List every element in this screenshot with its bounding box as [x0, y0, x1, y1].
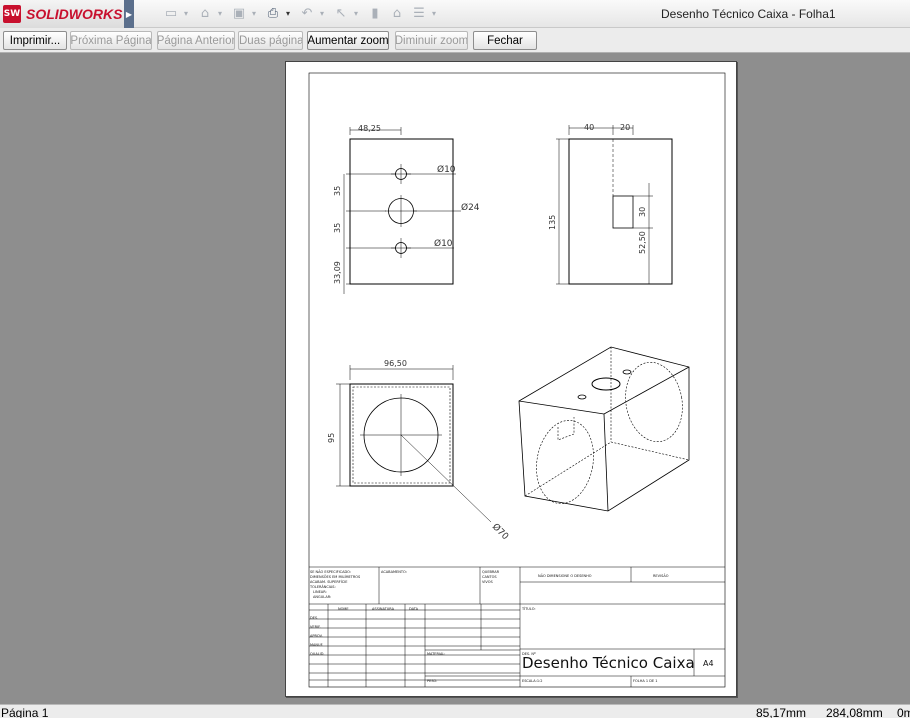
- dim-front-33: 33,09: [333, 261, 342, 284]
- dim-side-20: 20: [620, 123, 630, 132]
- isometric-view: [518, 346, 690, 512]
- next-page-button[interactable]: Próxima Página: [70, 31, 152, 50]
- drawing-canvas: 48,25 Ø10 Ø24 Ø10 35 35 33,09 40 20 135 …: [308, 72, 726, 688]
- dropdown-arrow-icon[interactable]: ▾: [184, 9, 192, 18]
- tb-note-6: ANGULAR:: [313, 595, 331, 599]
- dim-front-35b: 35: [333, 223, 342, 233]
- dim-side-135: 135: [548, 215, 557, 230]
- tb-col-assinatura: ASSINATURA: [372, 607, 395, 611]
- options-icon[interactable]: ☰: [410, 4, 428, 22]
- close-button[interactable]: Fechar: [473, 31, 537, 50]
- status-y-coord: 284,08mm: [826, 706, 883, 718]
- tb-nao-escalar: NÃO DIMENSIONE O DESENHO: [538, 573, 592, 578]
- tb-note-4: TOLERÂNCIAS:: [309, 584, 336, 589]
- zoom-in-button[interactable]: Aumentar zoom: [307, 31, 389, 50]
- save-icon[interactable]: ▣: [230, 4, 248, 22]
- dim-side-40: 40: [584, 123, 594, 132]
- dropdown-arrow-icon[interactable]: ▾: [286, 9, 294, 18]
- dim-top-95: 95: [327, 433, 336, 443]
- dim-front-hole-top: Ø10: [437, 164, 456, 175]
- tb-drawing-title: Desenho Técnico Caixa: [522, 654, 695, 672]
- tb-row-verif: VERIF.: [310, 625, 321, 629]
- tb-note-2: DIMENSÕES EM MILÍMETROS: [310, 574, 361, 579]
- dim-front-hole-mid: Ø24: [461, 202, 480, 213]
- dropdown-arrow-icon[interactable]: ▾: [320, 9, 328, 18]
- dropdown-arrow-icon[interactable]: ▾: [252, 9, 260, 18]
- top-view: [336, 365, 492, 523]
- print-preview-toolbar: Imprimir... Próxima Página Página Anteri…: [0, 28, 910, 53]
- status-bar: Página 1 85,17mm 284,08mm 0mm: [0, 704, 910, 718]
- brand-works: WORKS: [68, 6, 123, 22]
- status-z-coord: 0mm: [897, 706, 910, 718]
- tb-note-5: LINEAR:: [313, 590, 327, 594]
- quick-access-toolbar: ▭ ▾ ⌂ ▾ ▣ ▾ ⎙ ▾ ↶ ▾ ↖ ▾ ▮ ⌂ ☰ ▾: [162, 4, 440, 22]
- tb-folha: FOLHA 1 DE 1: [633, 679, 657, 683]
- print-icon[interactable]: ⎙: [264, 4, 282, 22]
- tb-revisao: REVISÃO: [653, 573, 669, 578]
- dim-front-35a: 35: [333, 186, 342, 196]
- tb-sheet-size: A4: [703, 659, 714, 668]
- dropdown-arrow-icon[interactable]: ▾: [354, 9, 362, 18]
- dim-side-30: 30: [638, 207, 647, 217]
- tb-titulo-label: TÍTULO:: [521, 606, 536, 611]
- window-title: Desenho Técnico Caixa - Folha1: [661, 7, 836, 21]
- dropdown-arrow-icon[interactable]: ▾: [218, 9, 226, 18]
- tb-row-des: DES.: [310, 616, 318, 620]
- dropdown-arrow-icon[interactable]: ▾: [432, 9, 440, 18]
- file-properties-icon[interactable]: ⌂: [388, 4, 406, 22]
- tb-row-manuf: MANUF.: [310, 643, 323, 647]
- tb-row-aprov: APROV.: [310, 634, 323, 638]
- rebuild-icon[interactable]: ▮: [366, 4, 384, 22]
- side-view: [556, 125, 673, 285]
- tb-col-data: DATA: [409, 607, 419, 611]
- dim-front-hole-bot: Ø10: [434, 238, 453, 249]
- two-pages-button[interactable]: Duas páginas: [238, 31, 303, 50]
- dim-top-hole: Ø70: [490, 521, 511, 542]
- drawing-border: [308, 72, 726, 688]
- title-bar: SW SOLIDWORKS ▶ ▭ ▾ ⌂ ▾ ▣ ▾ ⎙ ▾ ↶ ▾ ↖ ▾ ▮ ⌂ ☰ ▾…: [0, 0, 910, 28]
- tb-col-nome: NOME: [338, 607, 349, 611]
- dim-top-width: 96,50: [384, 359, 407, 368]
- tb-quebrar-3: VIVOS: [482, 580, 494, 584]
- sw-logo-icon: SW: [3, 5, 21, 23]
- drawing-sheet: 48,25 Ø10 Ø24 Ø10 35 35 33,09 40 20 135 …: [285, 61, 737, 697]
- undo-icon[interactable]: ↶: [298, 4, 316, 22]
- menu-flyout-arrow-icon[interactable]: ▶: [124, 0, 134, 28]
- select-arrow-icon[interactable]: ↖: [332, 4, 350, 22]
- dim-front-width: 48,25: [358, 124, 381, 133]
- tb-escala: ESCALA:1:2: [522, 679, 542, 683]
- tb-material: MATERIAL:: [427, 652, 445, 656]
- zoom-out-button[interactable]: Diminuir zoom: [395, 31, 468, 50]
- tb-note-1: SE NÃO ESPECIFICADO:: [310, 569, 351, 574]
- solidworks-logo[interactable]: SW SOLIDWORKS: [0, 0, 124, 28]
- previous-page-button[interactable]: Página Anterior: [157, 31, 235, 50]
- tb-quebrar-2: CANTOS: [482, 575, 497, 579]
- dim-side-52: 52,50: [638, 231, 647, 254]
- new-document-icon[interactable]: ▭: [162, 4, 180, 22]
- tb-acabamento: ACABAMENTO:: [381, 570, 407, 574]
- status-page: Página 1: [1, 706, 49, 718]
- brand-solid: SOLID: [26, 6, 69, 22]
- print-button[interactable]: Imprimir...: [3, 31, 67, 50]
- tb-row-qualid: QUALID.: [310, 652, 325, 656]
- tb-note-3: ACABAM. SUPERFÍCIE: [310, 579, 347, 584]
- tb-peso: PESO:: [427, 679, 437, 683]
- brand-wordmark: SOLIDWORKS: [26, 6, 122, 22]
- status-x-coord: 85,17mm: [756, 706, 807, 718]
- front-view: [343, 127, 461, 294]
- tb-quebrar-1: QUEBRAR: [482, 570, 500, 574]
- open-folder-icon[interactable]: ⌂: [196, 4, 214, 22]
